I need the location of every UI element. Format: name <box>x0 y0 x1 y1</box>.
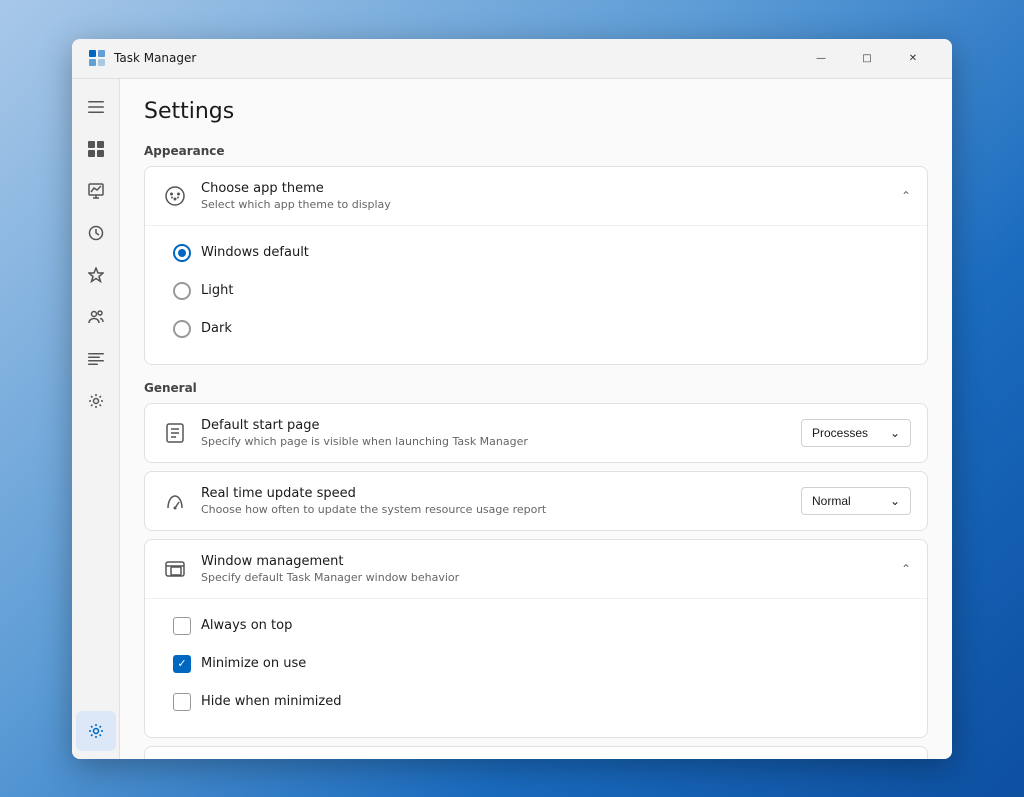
radio-label-dark: Dark <box>201 321 232 336</box>
sidebar-item-menu[interactable] <box>76 87 116 127</box>
checkbox-label-hide-when-minimized: Hide when minimized <box>201 694 342 709</box>
card-title-app-theme: Choose app theme <box>201 181 901 196</box>
radio-label-windows-default: Windows default <box>201 245 309 260</box>
sidebar-item-details[interactable] <box>76 339 116 379</box>
window-title: Task Manager <box>114 51 798 65</box>
checkbox-label-always-on-top: Always on top <box>201 618 292 633</box>
card-title-default-start-page: Default start page <box>201 418 801 433</box>
window-body: Settings Appearance <box>72 79 952 759</box>
checkbox-minimize-on-use[interactable] <box>173 655 191 673</box>
checkbox-hide-when-minimized[interactable] <box>173 693 191 711</box>
page-icon <box>161 419 189 447</box>
card-app-theme: Choose app theme Select which app theme … <box>144 166 928 365</box>
dropdown-realtime-update-speed[interactable]: Normal ⌄ <box>801 487 911 515</box>
card-header-other-options[interactable]: Other options Some additional options fo… <box>145 747 927 759</box>
palette-icon <box>161 182 189 210</box>
dropdown-value-default-start-page: Processes <box>812 426 868 440</box>
card-content-window-management: Always on top Minimize on use Hide when … <box>145 598 927 737</box>
radio-circle-dark[interactable] <box>173 320 191 338</box>
maximize-button[interactable]: □ <box>844 42 890 74</box>
checkbox-label-minimize-on-use: Minimize on use <box>201 656 306 671</box>
card-header-realtime-update-speed: Real time update speed Choose how often … <box>145 472 927 530</box>
card-subtitle-realtime-update-speed: Choose how often to update the system re… <box>201 503 801 516</box>
chevron-down-icon: ⌄ <box>890 426 900 440</box>
radio-label-light: Light <box>201 283 233 298</box>
card-other-options: Other options Some additional options fo… <box>144 746 928 759</box>
chevron-up-icon-window: ⌃ <box>901 562 911 576</box>
card-subtitle-app-theme: Select which app theme to display <box>201 198 901 211</box>
chevron-up-icon: ⌃ <box>901 189 911 203</box>
card-content-app-theme: Windows default Light Dark <box>145 225 927 364</box>
checkbox-option-always-on-top[interactable]: Always on top <box>161 607 911 645</box>
close-button[interactable]: ✕ <box>890 42 936 74</box>
radio-circle-light[interactable] <box>173 282 191 300</box>
sidebar <box>72 79 120 759</box>
sidebar-item-processes[interactable] <box>76 129 116 169</box>
window-icon <box>161 555 189 583</box>
minimize-button[interactable]: — <box>798 42 844 74</box>
sidebar-item-services[interactable] <box>76 381 116 421</box>
card-action-window-management: ⌃ <box>901 562 911 576</box>
card-action-default-start-page: Processes ⌄ <box>801 419 911 447</box>
title-bar: Task Manager — □ ✕ <box>72 39 952 79</box>
checkbox-option-hide-when-minimized[interactable]: Hide when minimized <box>161 683 911 721</box>
task-manager-window: Task Manager — □ ✕ <box>72 39 952 759</box>
card-action-realtime-update-speed: Normal ⌄ <box>801 487 911 515</box>
window-controls: — □ ✕ <box>798 42 936 74</box>
dropdown-default-start-page[interactable]: Processes ⌄ <box>801 419 911 447</box>
card-realtime-update-speed: Real time update speed Choose how often … <box>144 471 928 531</box>
radio-option-light[interactable]: Light <box>161 272 911 310</box>
section-label-appearance: Appearance <box>144 144 928 158</box>
radio-circle-windows-default[interactable] <box>173 244 191 262</box>
sidebar-item-settings[interactable] <box>76 711 116 751</box>
card-header-default-start-page: Default start page Specify which page is… <box>145 404 927 462</box>
sidebar-item-app-history[interactable] <box>76 213 116 253</box>
card-subtitle-default-start-page: Specify which page is visible when launc… <box>201 435 801 448</box>
page-title: Settings <box>144 99 928 124</box>
checkbox-always-on-top[interactable] <box>173 617 191 635</box>
card-title-realtime-update-speed: Real time update speed <box>201 486 801 501</box>
card-action-app-theme: ⌃ <box>901 189 911 203</box>
speed-icon <box>161 487 189 515</box>
sidebar-item-users[interactable] <box>76 297 116 337</box>
card-header-app-theme[interactable]: Choose app theme Select which app theme … <box>145 167 927 225</box>
card-default-start-page: Default start page Specify which page is… <box>144 403 928 463</box>
card-text-realtime-update-speed: Real time update speed Choose how often … <box>201 486 801 516</box>
card-text-default-start-page: Default start page Specify which page is… <box>201 418 801 448</box>
app-icon <box>88 49 106 67</box>
radio-option-windows-default[interactable]: Windows default <box>161 234 911 272</box>
card-title-window-management: Window management <box>201 554 901 569</box>
page-header: Settings <box>120 79 952 136</box>
dropdown-value-realtime-update-speed: Normal <box>812 494 851 508</box>
radio-option-dark[interactable]: Dark <box>161 310 911 348</box>
card-text-app-theme: Choose app theme Select which app theme … <box>201 181 901 211</box>
section-label-general: General <box>144 381 928 395</box>
card-subtitle-window-management: Specify default Task Manager window beha… <box>201 571 901 584</box>
card-text-window-management: Window management Specify default Task M… <box>201 554 901 584</box>
sidebar-item-performance[interactable] <box>76 171 116 211</box>
card-window-management: Window management Specify default Task M… <box>144 539 928 738</box>
main-content: Settings Appearance <box>120 79 952 759</box>
card-header-window-management[interactable]: Window management Specify default Task M… <box>145 540 927 598</box>
content-scroll[interactable]: Appearance <box>120 136 952 759</box>
chevron-down-icon-speed: ⌄ <box>890 494 900 508</box>
checkbox-option-minimize-on-use[interactable]: Minimize on use <box>161 645 911 683</box>
sidebar-item-startup[interactable] <box>76 255 116 295</box>
